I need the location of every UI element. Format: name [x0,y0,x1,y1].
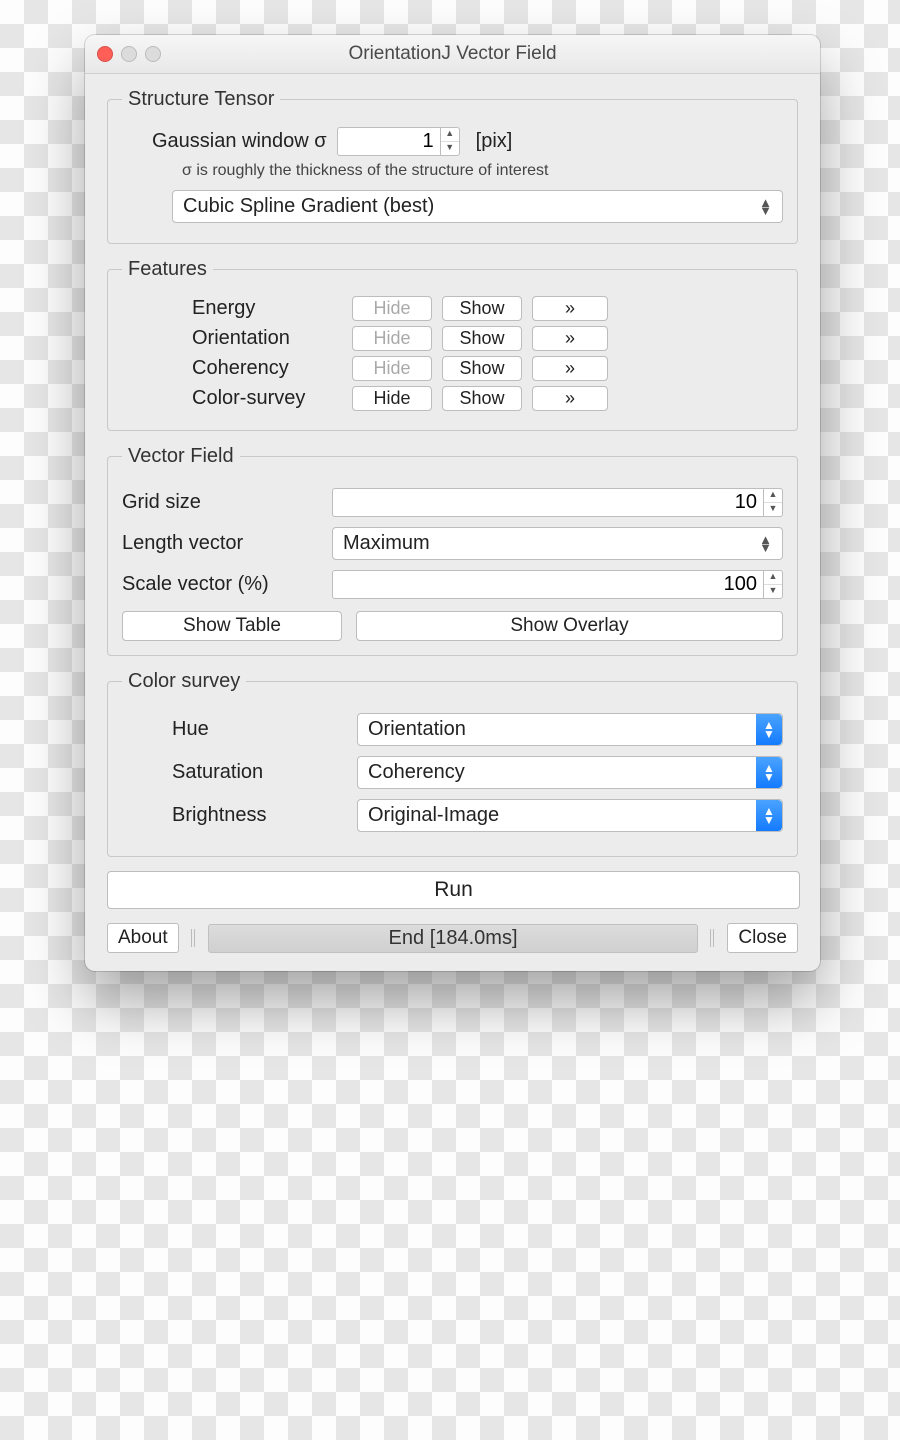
feature-label: Color-survey [192,387,342,410]
colorsurvey-hide-button[interactable]: Hide [352,386,432,411]
chevron-down-icon: ▼ [764,585,782,598]
structure-tensor-legend: Structure Tensor [122,88,280,111]
chevron-up-icon: ▲ [764,489,782,503]
window-controls [97,46,161,62]
coherency-show-button[interactable]: Show [442,356,522,381]
hue-label: Hue [172,718,347,741]
structure-tensor-group: Structure Tensor Gaussian window σ ▲▼ [p… [107,88,798,244]
footer: About End [184.0ms] Close [107,923,798,953]
vector-field-actions: Show Table Show Overlay [122,611,783,641]
saturation-label: Saturation [172,761,347,784]
orientation-hide-button: Hide [352,326,432,351]
gradient-row: Cubic Spline Gradient (best) ▲▼ [172,190,783,223]
grid-size-row: Grid size ▲▼ [122,488,783,517]
gaussian-input-wrapper: ▲▼ [337,127,460,156]
brightness-row: Brightness Original-Image ▲▼ [122,799,783,832]
dialog-window: OrientationJ Vector Field Structure Tens… [85,35,820,971]
gaussian-row: Gaussian window σ ▲▼ [pix] [152,127,783,156]
chevron-up-icon: ▲ [441,128,459,142]
gaussian-sigma-input[interactable] [337,127,440,156]
orientation-show-button[interactable]: Show [442,326,522,351]
updown-icon: ▲▼ [756,714,782,745]
run-button[interactable]: Run [107,871,800,909]
length-vector-select[interactable]: Maximum ▲▼ [332,527,783,560]
energy-more-button[interactable]: » [532,296,608,321]
grip-icon [710,929,715,947]
features-group: Features Energy Hide Show » Orientation … [107,258,798,431]
grid-size-label: Grid size [122,491,322,514]
saturation-select-value: Coherency [368,761,465,784]
feature-row-color-survey: Color-survey Hide Show » [122,386,783,411]
saturation-row: Saturation Coherency ▲▼ [122,756,783,789]
grip-icon [191,929,196,947]
feature-row-coherency: Coherency Hide Show » [122,356,783,381]
feature-row-energy: Energy Hide Show » [122,296,783,321]
colorsurvey-more-button[interactable]: » [532,386,608,411]
vector-field-group: Vector Field Grid size ▲▼ Length vector … [107,445,798,656]
gaussian-stepper[interactable]: ▲▼ [440,127,460,156]
length-vector-label: Length vector [122,532,322,555]
updown-icon: ▲▼ [759,536,772,552]
vector-field-legend: Vector Field [122,445,240,468]
gradient-select-value: Cubic Spline Gradient (best) [183,195,434,218]
brightness-select[interactable]: Original-Image ▲▼ [357,799,783,832]
sigma-hint: σ is roughly the thickness of the struct… [182,162,783,180]
color-survey-group: Color survey Hue Orientation ▲▼ Saturati… [107,670,798,857]
feature-row-orientation: Orientation Hide Show » [122,326,783,351]
gradient-select[interactable]: Cubic Spline Gradient (best) ▲▼ [172,190,783,223]
zoom-window-icon[interactable] [145,46,161,62]
close-button[interactable]: Close [727,923,798,953]
hue-row: Hue Orientation ▲▼ [122,713,783,746]
scale-vector-row: Scale vector (%) ▲▼ [122,570,783,599]
length-vector-row: Length vector Maximum ▲▼ [122,527,783,560]
updown-icon: ▲▼ [756,800,782,831]
feature-label: Orientation [192,327,342,350]
feature-label: Coherency [192,357,342,380]
show-overlay-button[interactable]: Show Overlay [356,611,783,641]
scale-vector-input[interactable] [332,570,763,599]
gaussian-unit: [pix] [476,130,513,153]
coherency-hide-button: Hide [352,356,432,381]
minimize-window-icon[interactable] [121,46,137,62]
brightness-select-value: Original-Image [368,804,499,827]
hue-select[interactable]: Orientation ▲▼ [357,713,783,746]
about-button[interactable]: About [107,923,179,953]
energy-show-button[interactable]: Show [442,296,522,321]
dialog-content: Structure Tensor Gaussian window σ ▲▼ [p… [85,74,820,971]
close-window-icon[interactable] [97,46,113,62]
gaussian-label: Gaussian window σ [152,130,327,153]
run-row: Run [107,871,798,909]
chevron-down-icon: ▼ [441,142,459,155]
coherency-more-button[interactable]: » [532,356,608,381]
chevron-up-icon: ▲ [764,571,782,585]
scale-vector-label: Scale vector (%) [122,573,322,596]
brightness-label: Brightness [172,804,347,827]
energy-hide-button: Hide [352,296,432,321]
colorsurvey-show-button[interactable]: Show [442,386,522,411]
chevron-down-icon: ▼ [764,503,782,516]
window-title: OrientationJ Vector Field [97,43,808,65]
saturation-select[interactable]: Coherency ▲▼ [357,756,783,789]
updown-icon: ▲▼ [759,199,772,215]
feature-label: Energy [192,297,342,320]
color-survey-legend: Color survey [122,670,246,693]
titlebar: OrientationJ Vector Field [85,35,820,74]
scale-vector-stepper[interactable]: ▲▼ [763,570,783,599]
updown-icon: ▲▼ [756,757,782,788]
status-bar: End [184.0ms] [208,924,699,953]
grid-size-input[interactable] [332,488,763,517]
grid-size-stepper[interactable]: ▲▼ [763,488,783,517]
show-table-button[interactable]: Show Table [122,611,342,641]
features-legend: Features [122,258,213,281]
orientation-more-button[interactable]: » [532,326,608,351]
hue-select-value: Orientation [368,718,466,741]
length-vector-value: Maximum [343,532,430,555]
